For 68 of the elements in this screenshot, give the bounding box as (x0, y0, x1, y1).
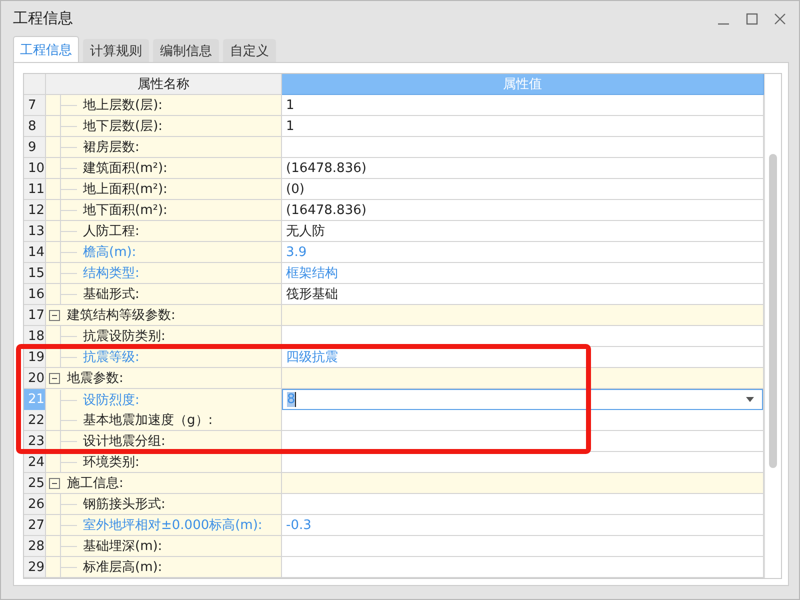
property-name: 基础形式: (83, 286, 140, 303)
collapse-icon[interactable] (49, 310, 60, 320)
row-number: 17 (24, 305, 46, 326)
row-number: 14 (24, 242, 46, 263)
value-cell: 四级抗震 (282, 347, 764, 368)
property-name: 设防烈度: (83, 392, 140, 408)
row-number: 12 (24, 200, 46, 221)
property-name: 地上层数(层): (83, 97, 163, 114)
tab[interactable]: 计算规则 (83, 39, 149, 62)
property-name: 施工信息: (67, 475, 124, 492)
tab[interactable]: 自定义 (223, 39, 276, 62)
property-name: 室外地坪相对±0.000标高(m): (83, 517, 262, 534)
property-name: 地震参数: (67, 370, 124, 387)
value-cell: (0) (282, 179, 764, 200)
property-name: 基础埋深(m): (83, 538, 162, 555)
value-cell: 框架结构 (282, 263, 764, 284)
row-number: 19 (24, 347, 46, 368)
property-name: 标准层高(m): (83, 559, 162, 576)
row-number: 7 (24, 95, 46, 116)
property-name: 钢筋接头形式: (83, 496, 166, 513)
property-name: 建筑结构等级参数: (67, 307, 176, 324)
property-name: 裙房层数: (83, 139, 140, 156)
row-number: 8 (24, 116, 46, 137)
value-cell: (16478.836) (282, 158, 764, 179)
window-title: 工程信息 (13, 9, 74, 28)
tab[interactable]: 编制信息 (153, 39, 219, 62)
maximize-icon[interactable] (745, 12, 759, 26)
caret-icon[interactable] (746, 397, 754, 402)
collapse-icon[interactable] (49, 372, 60, 384)
row-number: 29 (24, 557, 46, 578)
column-header[interactable]: 属性名称 (46, 74, 282, 95)
row-number: 15 (24, 263, 46, 284)
property-name: 基本地震加速度（g）: (83, 412, 213, 429)
property-name: 抗震等级: (83, 349, 140, 366)
collapse-icon[interactable] (49, 478, 60, 488)
property-name: 人防工程: (83, 223, 140, 240)
row-number: 13 (24, 221, 46, 242)
row-number: 22 (24, 410, 46, 431)
row-number: 24 (24, 452, 46, 473)
row-number: 11 (24, 179, 46, 200)
row-number: 20 (24, 368, 46, 389)
value-cell: 1 (282, 95, 764, 116)
value-cell: -0.3 (282, 515, 764, 536)
value-cell: 1 (282, 116, 764, 137)
row-number: 26 (24, 494, 46, 515)
value-cell: 筏形基础 (282, 284, 764, 305)
row-number: 9 (24, 137, 46, 158)
row-number: 27 (24, 515, 46, 536)
property-name: 结构类型: (83, 265, 140, 282)
value-cell: 无人防 (282, 221, 764, 242)
row-number: 16 (24, 284, 46, 305)
property-name: 檐高(m): (83, 244, 136, 261)
property-name: 建筑面积(m²): (83, 160, 168, 177)
row-number: 10 (24, 158, 46, 179)
property-name: 环境类别: (83, 454, 140, 471)
property-name: 抗震设防类别: (83, 328, 166, 345)
value-cell: 3.9 (282, 242, 764, 263)
row-number: 25 (24, 473, 46, 494)
row-number: 28 (24, 536, 46, 557)
value-cell: (16478.836) (282, 200, 764, 221)
tab[interactable]: 工程信息 (13, 36, 79, 62)
close-icon[interactable] (773, 12, 787, 26)
row-number: 21 (24, 389, 46, 411)
scrollbar-thumb[interactable] (769, 154, 777, 468)
property-name: 设计地震分组: (83, 433, 166, 450)
property-name: 地下层数(层): (83, 118, 163, 135)
property-name: 地下面积(m²): (83, 202, 168, 219)
property-name: 地上面积(m²): (83, 181, 168, 198)
